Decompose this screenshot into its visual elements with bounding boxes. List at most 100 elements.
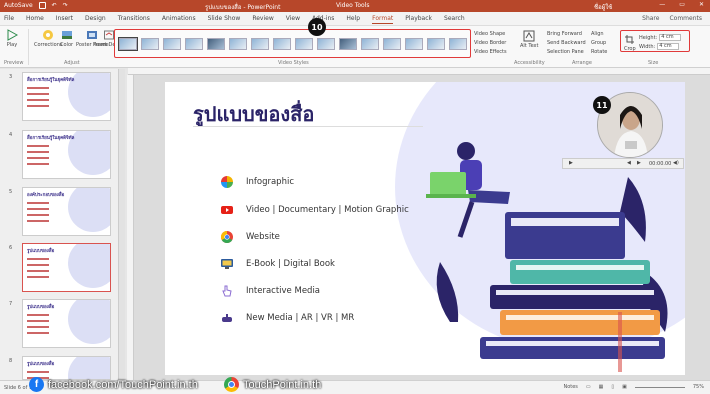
video-style-thumbnail[interactable] [229,37,247,50]
comments-button[interactable]: Comments [669,15,702,22]
group-accessibility-label: Accessibility [514,60,545,66]
restore-button[interactable]: ▭ [679,1,685,8]
send-backward-button[interactable]: Send Backward [547,39,586,48]
video-style-thumbnail[interactable] [118,36,138,51]
share-button[interactable]: Share [642,15,659,22]
bring-forward-button[interactable]: Bring Forward [547,30,586,39]
slide-thumbnail[interactable]: สื่อการเรียนรู้ในยุคดิจิทัล [22,130,111,179]
notes-button[interactable]: Notes [563,384,577,390]
corrections-button[interactable]: Corrections [34,29,62,48]
video-shape-button[interactable]: Video Shape [474,30,507,39]
bullet-ebook[interactable]: E-Book | Digital Book [221,258,335,270]
video-play-icon[interactable]: ▶ [569,160,573,166]
video-style-thumbnail[interactable] [295,37,313,50]
slide-number: 4 [9,132,13,138]
play-button[interactable]: Play [6,29,18,48]
video-style-thumbnail[interactable] [207,37,225,50]
video-style-thumbnail[interactable] [427,37,445,50]
align-button[interactable]: Align [591,30,607,39]
tab-slide-show[interactable]: Slide Show [208,15,241,24]
video-styles-gallery[interactable] [114,29,471,58]
thumbnail-text-line [27,326,49,328]
selection-pane-button[interactable]: Selection Pane [547,48,586,57]
video-style-thumbnail[interactable] [383,37,401,50]
size-group: Crop Height: 4 cm Width: 4 cm [620,30,690,52]
slide-thumbnail[interactable]: สื่อการเรียนรู้ในยุคดิจิทัล [22,72,111,121]
youtube-icon [221,206,233,214]
zoom-slider[interactable] [634,386,685,388]
thumbnail-title: รูปแบบของสื่อ [27,305,55,310]
slide-number: 3 [9,74,13,80]
seek-back-icon[interactable]: ◀ [627,160,631,166]
thumbnail-text-line [27,320,49,322]
video-style-thumbnail[interactable] [163,37,181,50]
slide-number: 7 [9,301,13,307]
color-button[interactable]: Color [60,29,73,48]
group-button[interactable]: Group [591,39,607,48]
tab-file[interactable]: File [4,15,14,24]
tab-insert[interactable]: Insert [56,15,73,24]
thumbnail-text-line [27,214,49,216]
thumbnail-text-line [27,163,49,165]
seek-forward-icon[interactable]: ▶ [637,160,641,166]
tab-view[interactable]: View [286,15,300,24]
tab-playback[interactable]: Playback [405,15,432,24]
bullet-video[interactable]: Video | Documentary | Motion Graphic [221,204,409,216]
video-playback-bar[interactable]: ▶ ◀ ▶ 00:00.00 ◀) [562,158,684,169]
video-style-thumbnail[interactable] [361,37,379,50]
tab-transitions[interactable]: Transitions [118,15,150,24]
slide-number: 6 [9,245,13,251]
minimize-button[interactable]: — [659,1,665,8]
thumbnail-text-line [27,264,49,266]
video-border-button[interactable]: Video Border [474,39,507,48]
volume-icon[interactable]: ◀) [673,160,679,166]
video-style-thumbnail[interactable] [405,37,423,50]
video-style-thumbnail[interactable] [449,37,467,50]
chrome-icon [224,377,239,392]
crop-button[interactable]: Crop [624,35,636,52]
tab-format[interactable]: Format [372,15,394,24]
bullet-infographic[interactable]: Infographic [221,176,294,188]
tab-review[interactable]: Review [252,15,273,24]
alt-text-button[interactable]: Alt Text [520,30,538,49]
video-style-thumbnail[interactable] [185,37,203,50]
tab-home[interactable]: Home [26,15,44,24]
user-name[interactable]: ชื่อผู้ใช้ [594,2,612,12]
close-button[interactable]: ✕ [699,1,704,8]
slide-thumbnail[interactable]: องค์ประกอบของสื่อ [22,187,111,236]
save-icon[interactable] [38,2,46,9]
thumbnail-text-line [27,314,49,316]
bullet-new-media[interactable]: New Media | AR | VR | MR [221,312,354,324]
height-field[interactable]: 4 cm [659,34,682,41]
facebook-icon: f [29,377,44,392]
tab-help[interactable]: Help [346,15,360,24]
thumbnail-text-line [27,145,49,147]
video-effects-button[interactable]: Video Effects [474,48,507,57]
slideshow-icon[interactable]: ▣ [622,384,627,390]
tab-search[interactable]: Search [444,15,465,24]
undo-icon[interactable]: ↶ [52,2,57,9]
slide-sorter-icon[interactable]: ▦ [599,384,604,390]
autosave-label[interactable]: AutoSave [4,2,33,9]
width-field[interactable]: 4 cm [657,43,680,50]
ribbon-tabs: File Home Insert Design Transitions Animation… [0,12,710,26]
rotate-button[interactable]: Rotate [591,48,607,57]
bullet-website[interactable]: Website [221,231,280,243]
slide-thumbnail[interactable]: รูปแบบของสื่อ [22,243,111,292]
tab-design[interactable]: Design [85,15,106,24]
video-time: 00:00.00 [649,161,672,167]
slide-thumbnail[interactable]: รูปแบบของสื่อ [22,299,111,348]
thumbnail-text-line [27,157,49,159]
bullet-interactive[interactable]: Interactive Media [221,285,320,297]
normal-view-icon[interactable]: ▭ [586,384,591,390]
video-style-thumbnail[interactable] [251,37,269,50]
redo-icon[interactable]: ↷ [63,2,68,9]
tab-animations[interactable]: Animations [162,15,196,24]
video-style-thumbnail[interactable] [141,37,159,50]
video-style-thumbnail[interactable] [317,37,335,50]
thumbnail-scrollbar[interactable] [118,69,125,380]
video-style-thumbnail[interactable] [273,37,291,50]
reading-view-icon[interactable]: ▯ [611,384,614,390]
video-style-thumbnail[interactable] [339,37,357,50]
zoom-level[interactable]: 75% [693,384,704,390]
